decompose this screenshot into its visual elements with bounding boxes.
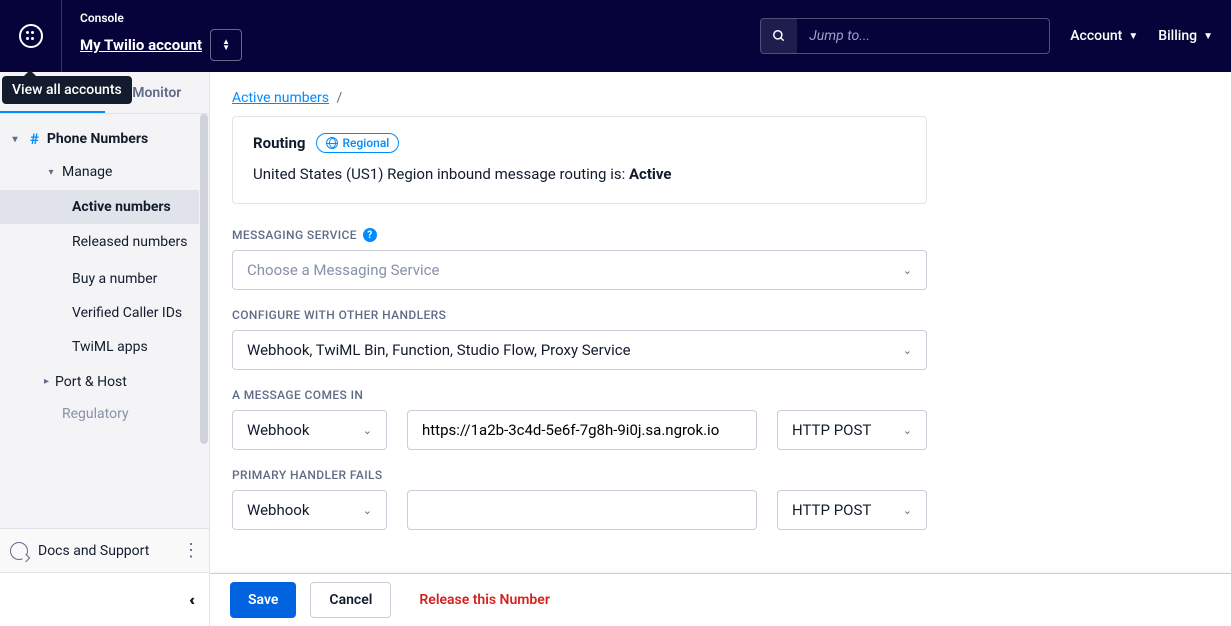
routing-status-text: United States (US1) Region inbound messa… bbox=[253, 165, 906, 183]
sidebar-item-regulatory[interactable]: Regulatory bbox=[0, 400, 209, 428]
sidebar-item-released-numbers[interactable]: Released numbers bbox=[0, 224, 209, 262]
breadcrumb: Active numbers / bbox=[210, 72, 1231, 116]
chevron-down-icon: ▼ bbox=[1203, 31, 1213, 42]
primary-fails-method-select[interactable]: HTTP POST ⌄ bbox=[777, 490, 927, 530]
account-menu-label: Account bbox=[1070, 28, 1122, 44]
sidebar-item-label: TwiML apps bbox=[72, 339, 148, 355]
breadcrumb-separator: / bbox=[337, 90, 343, 106]
message-comes-in-section: A MESSAGE COMES IN Webhook ⌄ HTTP bbox=[232, 388, 927, 450]
sidebar-item-twiml-apps[interactable]: TwiML apps bbox=[0, 330, 209, 364]
chevron-down-icon: ▾ bbox=[8, 134, 22, 145]
chevron-down-icon: ▼ bbox=[1128, 31, 1138, 42]
routing-status-value: Active bbox=[629, 165, 672, 183]
search-icon bbox=[761, 19, 797, 53]
primary-fails-url-input[interactable] bbox=[407, 490, 757, 530]
sidebar-item-label: Port & Host bbox=[55, 374, 127, 390]
section-label-text: CONFIGURE WITH OTHER HANDLERS bbox=[232, 308, 446, 322]
primary-fails-type-select[interactable]: Webhook ⌄ bbox=[232, 490, 387, 530]
search-input[interactable] bbox=[797, 19, 1049, 53]
sidebar-item-phone-numbers[interactable]: ▾ # Phone Numbers bbox=[0, 124, 209, 154]
logo[interactable] bbox=[0, 0, 62, 72]
help-icon[interactable]: ? bbox=[363, 228, 377, 242]
sidebar-item-label: Buy a number bbox=[72, 271, 157, 287]
select-placeholder: Choose a Messaging Service bbox=[247, 261, 439, 279]
docs-label: Docs and Support bbox=[38, 543, 149, 559]
chevron-down-icon: ⌄ bbox=[363, 504, 372, 517]
twilio-logo-icon bbox=[19, 24, 43, 48]
up-down-chevron-icon: ▲▼ bbox=[222, 39, 230, 51]
sidebar-item-label: Manage bbox=[62, 164, 112, 180]
billing-menu[interactable]: Billing ▼ bbox=[1158, 28, 1213, 44]
section-label: MESSAGING SERVICE ? bbox=[232, 228, 927, 242]
sidebar: Develop Monitor ▾ # Phone Numbers ▾ Mana… bbox=[0, 72, 210, 626]
select-value: Webhook bbox=[247, 421, 309, 439]
regional-badge-label: Regional bbox=[343, 136, 390, 150]
cancel-button[interactable]: Cancel bbox=[310, 582, 391, 618]
hash-icon: # bbox=[30, 130, 39, 148]
side-navigation: ▾ # Phone Numbers ▾ Manage Active number… bbox=[0, 114, 209, 528]
message-in-method-select[interactable]: HTTP POST ⌄ bbox=[777, 410, 927, 450]
sidebar-item-active-numbers[interactable]: Active numbers bbox=[0, 190, 209, 224]
release-number-link[interactable]: Release this Number bbox=[419, 592, 549, 608]
search-box[interactable] bbox=[760, 18, 1050, 54]
kebab-menu-icon[interactable]: ⋮ bbox=[182, 540, 199, 561]
chevron-down-icon: ▾ bbox=[44, 167, 58, 178]
select-value: HTTP POST bbox=[792, 421, 871, 439]
section-label: CONFIGURE WITH OTHER HANDLERS bbox=[232, 308, 927, 322]
sidebar-collapse-row: ‹‹ bbox=[0, 572, 209, 626]
sidebar-item-buy-number[interactable]: Buy a number bbox=[0, 262, 209, 296]
message-in-url-input[interactable] bbox=[407, 410, 757, 450]
chevron-down-icon: ⌄ bbox=[903, 264, 912, 277]
sidebar-item-label: Verified Caller IDs bbox=[72, 305, 182, 321]
sidebar-item-port-host[interactable]: ▸ Port & Host bbox=[0, 364, 209, 400]
docs-icon bbox=[10, 542, 28, 560]
sidebar-item-label: Phone Numbers bbox=[47, 130, 148, 148]
billing-menu-label: Billing bbox=[1158, 28, 1197, 44]
other-handlers-section: CONFIGURE WITH OTHER HANDLERS Webhook, T… bbox=[232, 308, 927, 370]
section-label-text: PRIMARY HANDLER FAILS bbox=[232, 468, 383, 482]
routing-status-prefix: United States (US1) Region inbound messa… bbox=[253, 165, 629, 183]
console-label: Console bbox=[80, 11, 242, 25]
section-label: A MESSAGE COMES IN bbox=[232, 388, 927, 402]
top-navbar: Console My Twilio account ▲▼ Account ▼ B… bbox=[0, 0, 1231, 72]
sidebar-item-label: Active numbers bbox=[72, 199, 171, 215]
chevron-down-icon: ⌄ bbox=[903, 424, 912, 437]
primary-handler-fails-section: PRIMARY HANDLER FAILS Webhook ⌄ H bbox=[232, 468, 927, 530]
chevron-down-icon: ⌄ bbox=[363, 424, 372, 437]
section-label-text: MESSAGING SERVICE bbox=[232, 228, 357, 242]
other-handlers-select[interactable]: Webhook, TwiML Bin, Function, Studio Flo… bbox=[232, 330, 927, 370]
chevron-down-icon: ⌄ bbox=[903, 344, 912, 357]
account-block: Console My Twilio account ▲▼ bbox=[62, 0, 260, 72]
messaging-service-section: MESSAGING SERVICE ? Choose a Messaging S… bbox=[232, 228, 927, 290]
save-button[interactable]: Save bbox=[230, 582, 296, 618]
regional-badge[interactable]: Regional bbox=[316, 133, 400, 153]
sidebar-item-verified-caller-ids[interactable]: Verified Caller IDs bbox=[0, 296, 209, 330]
view-accounts-tooltip: View all accounts bbox=[2, 76, 132, 104]
routing-title: Routing bbox=[253, 134, 306, 152]
messaging-service-select[interactable]: Choose a Messaging Service ⌄ bbox=[232, 250, 927, 290]
footer-action-bar: Save Cancel Release this Number bbox=[210, 573, 1231, 626]
section-label-text: A MESSAGE COMES IN bbox=[232, 388, 363, 402]
chevron-right-icon: ▸ bbox=[44, 376, 49, 387]
docs-and-support[interactable]: Docs and Support ⋮ bbox=[0, 528, 209, 572]
account-switcher-button[interactable]: ▲▼ bbox=[210, 29, 242, 61]
globe-icon bbox=[326, 137, 338, 149]
section-label: PRIMARY HANDLER FAILS bbox=[232, 468, 927, 482]
sidebar-item-manage[interactable]: ▾ Manage bbox=[0, 154, 209, 190]
sidebar-item-label: Released numbers bbox=[72, 233, 188, 253]
breadcrumb-active-numbers[interactable]: Active numbers bbox=[232, 90, 329, 106]
sidebar-item-label: Regulatory bbox=[62, 406, 129, 422]
account-name-link[interactable]: My Twilio account bbox=[80, 36, 202, 54]
select-value: Webhook, TwiML Bin, Function, Studio Flo… bbox=[247, 341, 631, 359]
select-value: Webhook bbox=[247, 501, 309, 519]
select-value: HTTP POST bbox=[792, 501, 871, 519]
main-content: Active numbers / Routing Regional United… bbox=[210, 72, 1231, 626]
sidebar-scrollbar[interactable] bbox=[199, 114, 209, 484]
chevron-down-icon: ⌄ bbox=[903, 504, 912, 517]
account-menu[interactable]: Account ▼ bbox=[1070, 28, 1138, 44]
message-in-type-select[interactable]: Webhook ⌄ bbox=[232, 410, 387, 450]
collapse-sidebar-button[interactable]: ‹‹ bbox=[189, 590, 191, 609]
routing-panel: Routing Regional United States (US1) Reg… bbox=[232, 116, 927, 204]
